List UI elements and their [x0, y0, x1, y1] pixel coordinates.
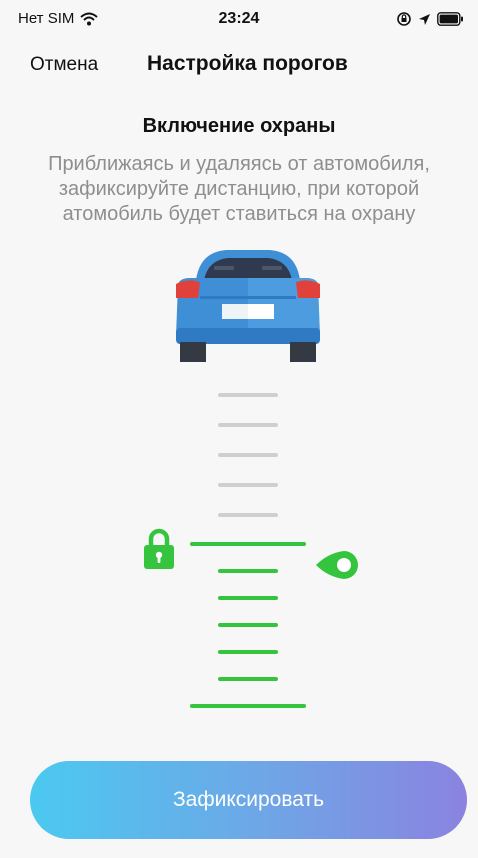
scale-tick [218, 596, 278, 600]
battery-icon [437, 12, 463, 26]
status-bar: Нет SIM 23:24 [0, 0, 478, 40]
scale-tick [218, 623, 278, 627]
scale-tick [218, 650, 278, 654]
section-heading: Включение охраны [142, 115, 336, 137]
scale-tick [218, 677, 278, 681]
location-arrow-icon [419, 13, 430, 25]
nav-bar: Отмена Настройка порогов [0, 44, 478, 84]
fix-button[interactable]: Зафиксировать [30, 761, 467, 839]
scale-tick [218, 423, 278, 427]
screen: Нет SIM 23:24 Отмена Настройка порогов В… [0, 0, 478, 858]
car-icon [176, 250, 320, 362]
status-right [396, 11, 464, 27]
scale-tick [218, 453, 278, 457]
scale-tick [218, 513, 278, 517]
location-pin-icon[interactable] [314, 549, 360, 581]
threshold-marker[interactable] [190, 542, 306, 546]
page-title: Настройка порогов [147, 52, 348, 75]
cancel-button[interactable]: Отмена [30, 54, 98, 76]
scale-base [190, 704, 306, 708]
scale-tick [218, 483, 278, 487]
lock-icon [144, 528, 174, 569]
scale-tick [218, 393, 278, 397]
instruction-text: Приближаясь и удаляясь от автомобиля, за… [48, 153, 430, 225]
scale-tick [218, 569, 278, 573]
rotation-lock-icon [397, 12, 411, 26]
